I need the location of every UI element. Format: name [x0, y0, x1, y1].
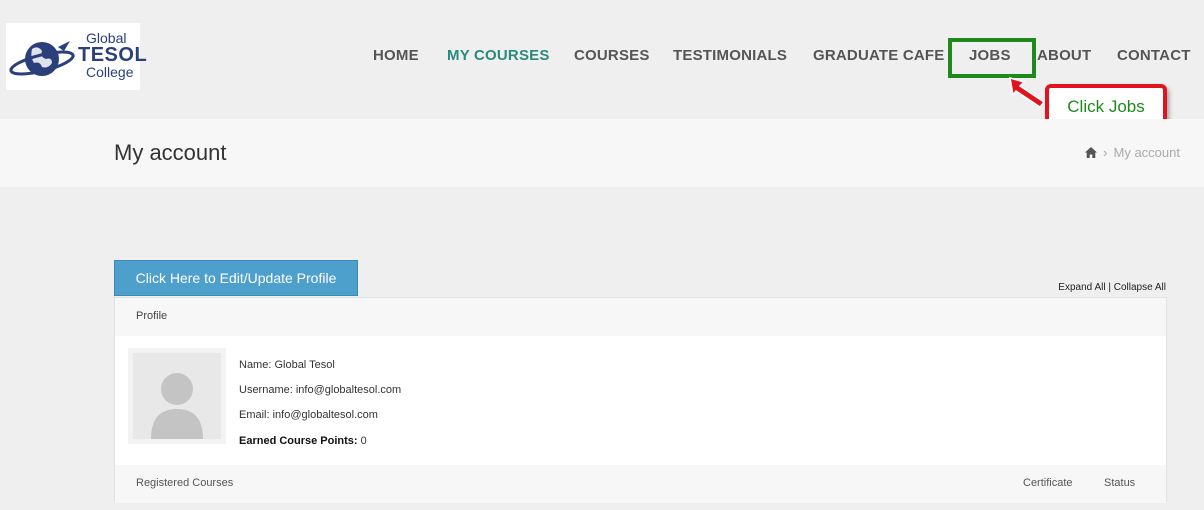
points-value: 0 [360, 435, 367, 447]
nav-item-courses[interactable]: COURSES [574, 47, 650, 64]
certificate-column-header: Certificate [1023, 477, 1073, 489]
nav-item-my-courses[interactable]: MY COURSES [447, 47, 550, 64]
expand-collapse-links: Expand All | Collapse All [1058, 282, 1166, 293]
profile-panel: Profile Name: Global Tesol Username: inf… [114, 297, 1167, 503]
registered-courses-header[interactable]: Registered Courses Certificate Status [115, 465, 1166, 503]
pointer-arrow-icon [1009, 76, 1046, 109]
home-icon[interactable] [1085, 147, 1098, 158]
nav-item-home[interactable]: HOME [373, 47, 419, 64]
profile-points: Earned Course Points: 0 [239, 435, 367, 447]
profile-header-label: Profile [136, 310, 168, 322]
nav-item-about[interactable]: ABOUT [1037, 47, 1091, 64]
edit-profile-button[interactable]: Click Here to Edit/Update Profile [114, 260, 358, 296]
points-label: Earned Course Points: [239, 435, 358, 447]
breadcrumb: › My account [1085, 145, 1180, 160]
page-title: My account [114, 140, 227, 165]
expand-all-link[interactable]: Expand All [1058, 282, 1105, 293]
jobs-highlight-box [948, 38, 1036, 78]
status-column-header: Status [1104, 477, 1136, 489]
nav-item-contact[interactable]: CONTACT [1117, 47, 1191, 64]
registered-courses-label: Registered Courses [136, 477, 234, 489]
user-silhouette-icon [151, 373, 203, 439]
collapse-all-link[interactable]: Collapse All [1114, 282, 1166, 293]
nav-item-graduate-cafe[interactable]: GRADUATE CAFE [813, 47, 944, 64]
link-separator: | [1108, 282, 1111, 293]
page-title-bar: My account › My account [0, 119, 1204, 187]
profile-username: Username: info@globaltesol.com [239, 384, 402, 396]
breadcrumb-current: My account [1113, 145, 1180, 160]
profile-panel-header[interactable]: Profile [115, 298, 1166, 336]
breadcrumb-separator-icon: › [1103, 145, 1108, 160]
profile-email: Email: info@globaltesol.com [239, 409, 378, 421]
nav-item-testimonials[interactable]: TESTIMONIALS [673, 47, 787, 64]
avatar [128, 348, 226, 444]
profile-name: Name: Global Tesol [239, 359, 335, 371]
